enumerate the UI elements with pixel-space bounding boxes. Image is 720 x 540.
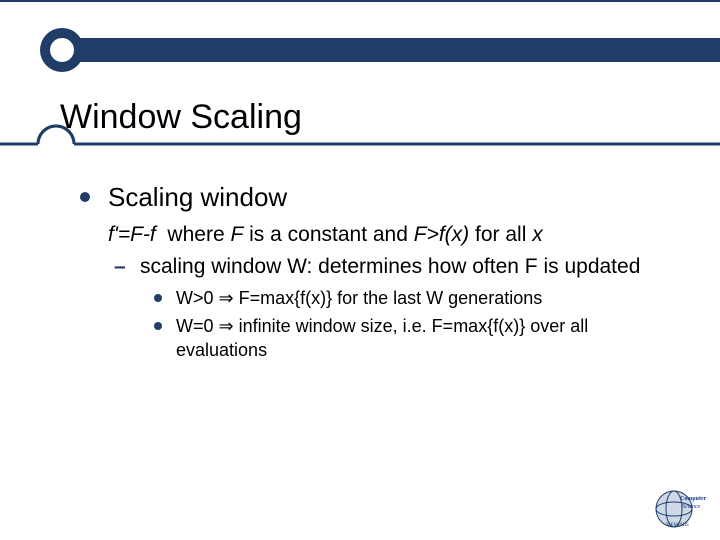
slide-title: Window Scaling [60,98,302,137]
bullet-level2: scaling window W: determines how often F… [80,253,680,281]
svg-text:Science: Science [682,504,701,510]
bullet-level1: Scaling window [80,180,680,215]
slide-body: Scaling window f'=F-f where F is a const… [80,180,680,363]
bullet-level3: W>0 ⇒ F=max{f(x)} for the last W generat… [80,286,680,310]
footer-logo: Computer Science MEMPHIS [652,488,708,530]
svg-text:Computer: Computer [680,496,707,502]
formula-line: f'=F-f where F is a constant and F>f(x) … [80,221,680,249]
bullet-level3: W=0 ⇒ infinite window size, i.e. F=max{f… [80,314,680,363]
svg-text:MEMPHIS: MEMPHIS [666,523,689,528]
